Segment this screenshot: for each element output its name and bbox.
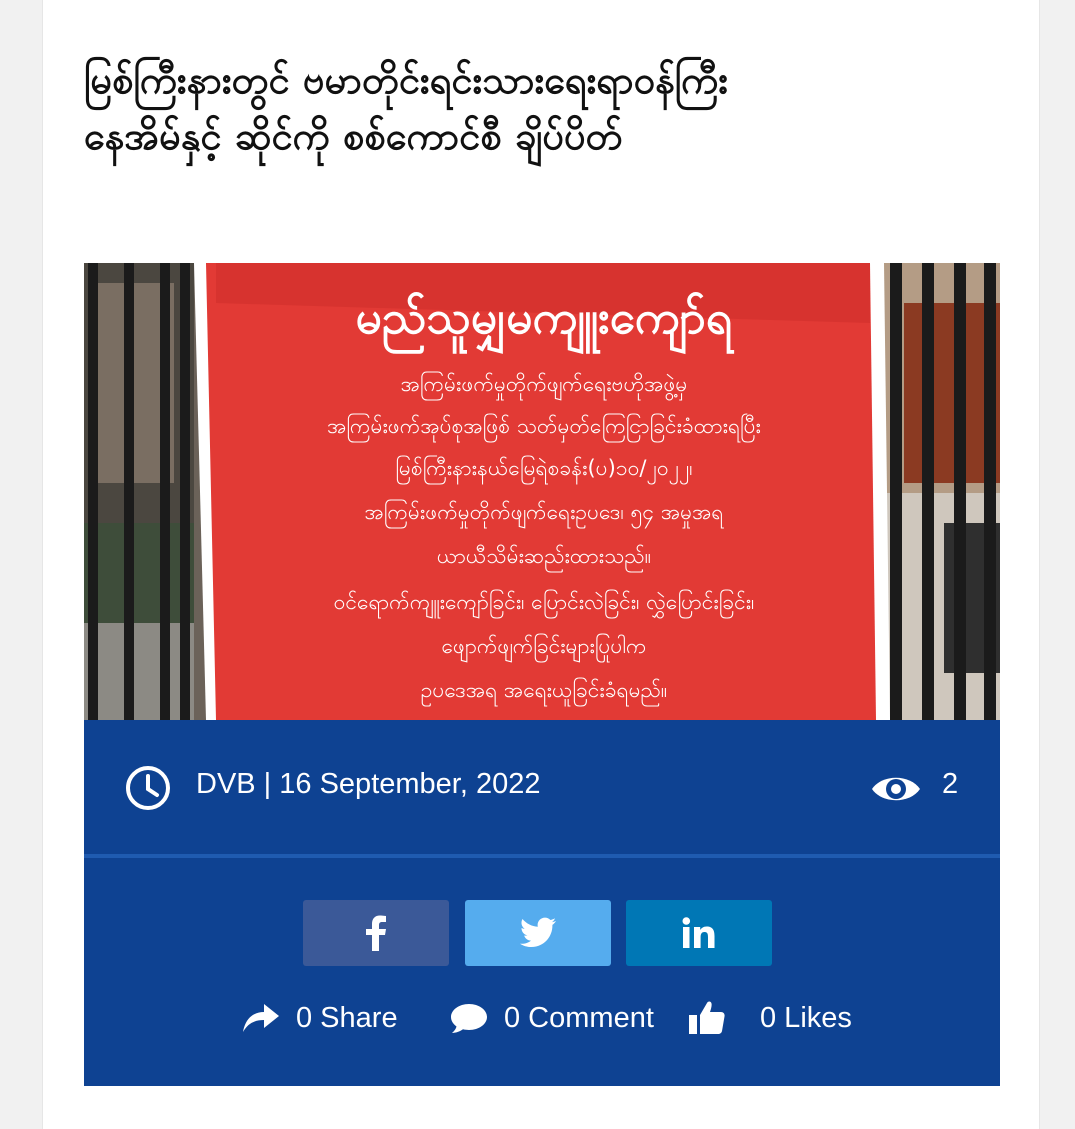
share-count-text: 0 Share	[296, 1001, 398, 1034]
comment-count[interactable]: 0 Comment	[450, 998, 654, 1038]
likes-count[interactable]: 0 Likes	[688, 998, 852, 1038]
title-line-2: နေအိမ်နှင့် ဆိုင်ကို စစ်ကောင်စီ ချိပ်ပိတ…	[84, 114, 623, 158]
title-line-1: မြစ်ကြီးနားတွင် ဗမာတိုင်းရင်းသားရေးရာဝန်…	[84, 58, 729, 102]
comment-bubble-icon	[451, 1004, 487, 1033]
facebook-icon	[366, 915, 386, 951]
view-count: 2	[942, 768, 959, 800]
share-arrow-icon	[243, 1004, 279, 1032]
divider	[84, 854, 1000, 858]
article-title: မြစ်ကြီးနားတွင် ဗမာတိုင်းရင်းသားရေးရာဝန်…	[84, 52, 984, 164]
article-meta-bar: DVB | 16 September, 2022 2 0 Share 0 Com…	[84, 720, 1000, 1086]
hero-photo: မည်သူမျှမကျူးကျော်ရ အကြမ်းဖက်မှုတိုက်ဖျက…	[84, 263, 1000, 720]
linkedin-icon	[682, 917, 715, 948]
share-count[interactable]: 0 Share	[242, 998, 398, 1038]
clock-icon	[126, 766, 170, 810]
byline: DVB | 16 September, 2022	[196, 768, 541, 800]
eye-icon	[872, 777, 920, 801]
linkedin-share-button[interactable]	[626, 900, 772, 966]
article-card: မြစ်ကြီးနားတွင် ဗမာတိုင်းရင်းသားရေးရာဝန်…	[42, 0, 1040, 1129]
twitter-share-button[interactable]	[465, 900, 611, 966]
facebook-share-button[interactable]	[303, 900, 449, 966]
article-hero-image: မည်သူမျှမကျူးကျော်ရ အကြမ်းဖက်မှုတိုက်ဖျက…	[84, 263, 1000, 720]
thumbs-up-icon	[689, 1001, 725, 1034]
likes-count-text: 0 Likes	[760, 1001, 852, 1034]
comment-count-text: 0 Comment	[504, 1001, 654, 1034]
twitter-icon	[520, 917, 556, 947]
